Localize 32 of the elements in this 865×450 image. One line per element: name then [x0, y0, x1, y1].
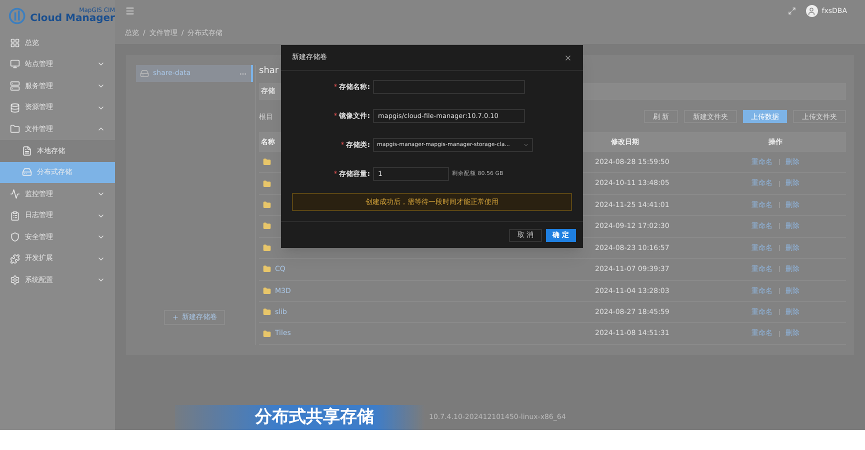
folder-icon	[263, 180, 271, 188]
server-icon	[10, 80, 20, 91]
drive-icon	[22, 167, 32, 178]
folder-icon	[263, 158, 271, 166]
settings-icon	[10, 275, 20, 286]
folder-icon	[263, 330, 271, 338]
plus-icon	[172, 314, 179, 321]
storage-title: shar	[259, 65, 279, 78]
grid-icon	[10, 38, 20, 48]
folder-icon	[263, 244, 271, 252]
folder-icon	[10, 124, 20, 134]
folder-icon	[263, 200, 271, 209]
close-icon[interactable]	[564, 54, 572, 62]
pulse-icon	[10, 188, 20, 199]
drive-icon	[140, 69, 149, 78]
folder-icon	[263, 286, 271, 295]
document-icon	[22, 146, 32, 156]
logo-icon	[8, 6, 26, 26]
clipboard-icon	[10, 210, 20, 221]
caption-text: 分布式共享存储	[255, 406, 374, 429]
database-icon	[10, 102, 20, 113]
shield-icon	[10, 232, 20, 242]
chevron-down-icon	[523, 142, 529, 148]
folder-icon	[263, 265, 271, 274]
folder-icon	[263, 308, 271, 316]
logo-title: Cloud Manager	[30, 14, 115, 24]
monitor-icon	[10, 59, 20, 70]
menu-icon[interactable]	[125, 6, 135, 16]
avatar-icon[interactable]	[806, 5, 818, 17]
fullscreen-icon[interactable]	[788, 7, 796, 15]
folder-icon	[263, 222, 271, 230]
puzzle-icon	[10, 254, 20, 264]
